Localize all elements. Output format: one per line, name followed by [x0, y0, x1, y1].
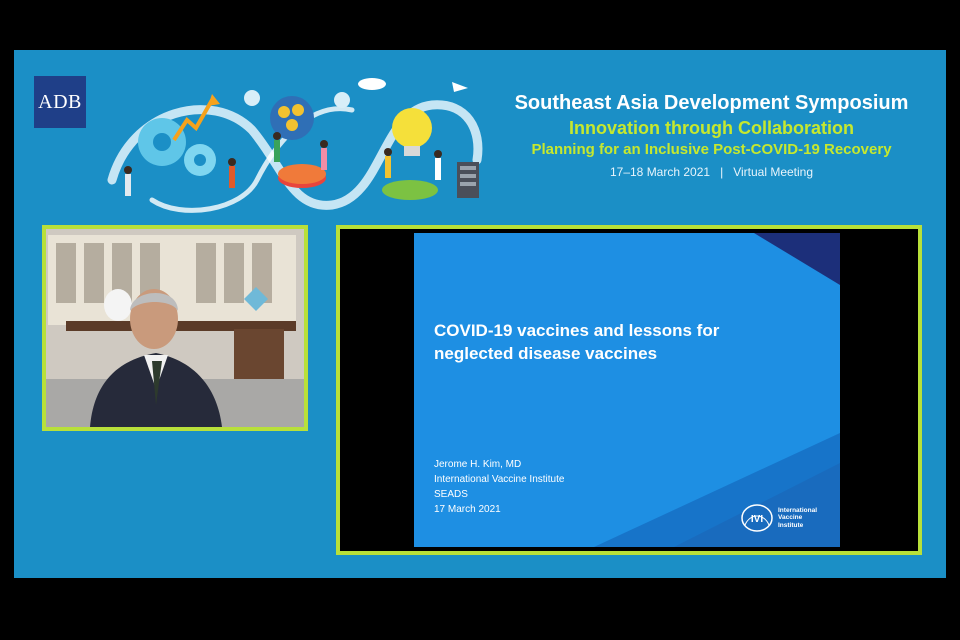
slide-title-line-1: COVID-19 vaccines and lessons for [434, 321, 720, 340]
adb-logo: ADB [34, 76, 86, 128]
slide-presenter-info: Jerome H. Kim, MD International Vaccine … [434, 457, 674, 517]
collaboration-illustration-icon [107, 78, 483, 213]
ivi-logo: IVI International Vaccine Institute [740, 503, 817, 533]
symposium-subtitle: Innovation through Collaboration [569, 118, 854, 138]
symposium-tagline: Planning for an Inclusive Post-COVID-19 … [531, 141, 892, 158]
symposium-title: Southeast Asia Development Symposium [514, 92, 909, 114]
event-format: Virtual Meeting [733, 165, 814, 179]
shared-slide-panel[interactable]: COVID-19 vaccines and lessons for neglec… [336, 225, 922, 555]
ivi-logo-line-3: Institute [778, 521, 804, 529]
ivi-emblem-icon: IVI [741, 504, 773, 532]
adb-logo-text: ADB [38, 90, 82, 113]
slide-title: COVID-19 vaccines and lessons for neglec… [434, 319, 814, 365]
virtual-meeting-stage: ADB Southeast Asia Development Symposium… [14, 50, 946, 578]
slide-organization: International Vaccine Institute [434, 474, 565, 485]
slide-event: SEADS [434, 489, 468, 500]
slide-title-line-2: neglected disease vaccines [434, 344, 658, 363]
slide-date: 17 March 2021 [434, 504, 501, 515]
ivi-logo-text: International Vaccine Institute [778, 507, 817, 530]
slide-presenter: Jerome H. Kim, MD [434, 459, 522, 470]
event-meta: 17–18 March 2021 | Virtual Meeting [484, 162, 939, 182]
speaker-video-feed [46, 229, 304, 427]
ivi-emblem-text: IVI [751, 514, 763, 525]
ivi-logo-line-1: International [778, 506, 818, 514]
ivi-logo-line-2: Vaccine [778, 514, 803, 522]
symposium-title-block: Southeast Asia Development Symposium Inn… [484, 90, 939, 182]
speaker-video-tile[interactable] [42, 225, 308, 431]
presentation-slide: COVID-19 vaccines and lessons for neglec… [414, 233, 840, 547]
event-meta-separator: | [720, 165, 724, 179]
event-dates: 17–18 March 2021 [609, 165, 711, 179]
